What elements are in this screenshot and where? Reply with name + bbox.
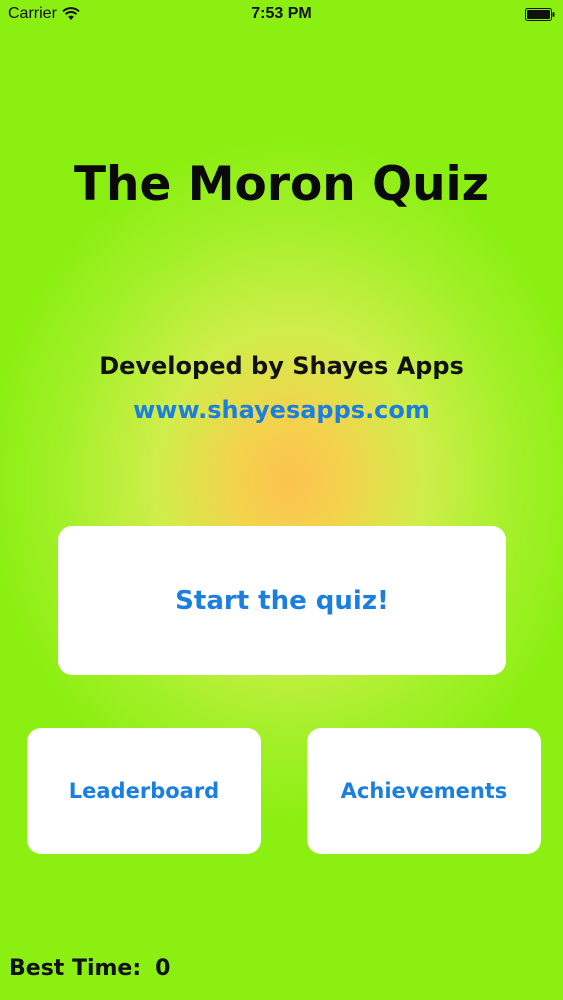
achievements-button[interactable]: Achievements bbox=[307, 728, 541, 854]
start-quiz-button[interactable]: Start the quiz! bbox=[58, 526, 506, 675]
leaderboard-button[interactable]: Leaderboard bbox=[27, 728, 261, 854]
website-link[interactable]: www.shayesapps.com bbox=[0, 396, 563, 424]
app-title: The Moron Quiz bbox=[74, 157, 489, 212]
status-time: 7:53 PM bbox=[251, 5, 312, 22]
best-time: Best Time: 0 bbox=[9, 956, 170, 981]
best-time-label: Best Time: bbox=[9, 956, 142, 981]
status-bar: Carrier 7:53 PM bbox=[0, 0, 563, 30]
battery-icon bbox=[525, 8, 555, 21]
developer-credit: Developed by Shayes Apps bbox=[99, 352, 464, 380]
best-time-value: 0 bbox=[155, 956, 171, 981]
